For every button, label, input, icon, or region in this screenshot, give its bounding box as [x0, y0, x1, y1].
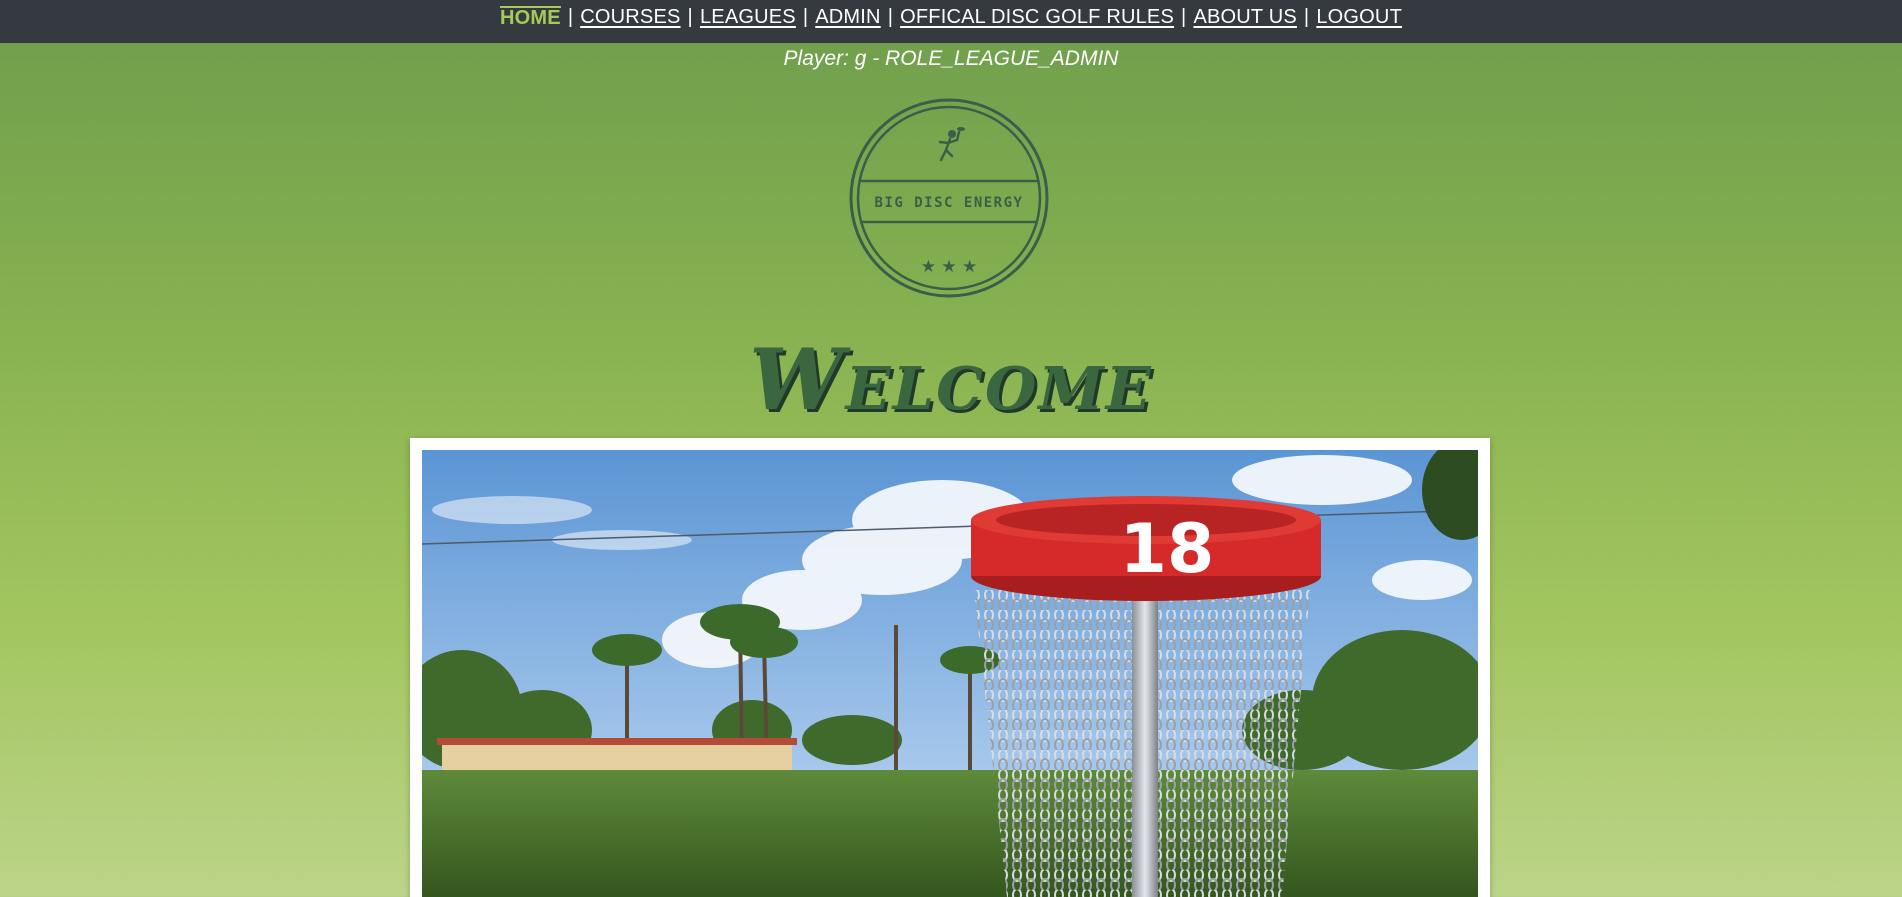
nav-separator: | [1181, 6, 1187, 28]
nav-courses-link[interactable]: COURSES [580, 6, 680, 29]
basket-pole [1132, 570, 1158, 897]
disc-thrower-icon [938, 127, 965, 162]
nav-logout-link[interactable]: LOGOUT [1316, 6, 1402, 29]
photo-building-roof [437, 738, 797, 745]
nav-separator: | [687, 6, 693, 28]
logo-stars: ★ ★ ★ [921, 257, 978, 277]
nav-home-link[interactable]: HOME [500, 6, 561, 28]
nav-rules-link[interactable]: OFFICAL DISC GOLF RULES [900, 6, 1174, 29]
nav-separator: | [567, 6, 574, 28]
nav-leagues-link[interactable]: LEAGUES [700, 6, 796, 29]
top-nav-bar: HOME | COURSES | LEAGUES | ADMIN | OFFIC… [0, 0, 1902, 43]
nav-separator: | [887, 6, 894, 28]
nav-about-link[interactable]: ABOUT US [1193, 6, 1296, 29]
player-role-label: Player: g - ROLE_LEAGUE_ADMIN [783, 47, 1119, 70]
big-disc-energy-logo: BIG DISC ENERGY ★ ★ ★ [849, 98, 1049, 298]
hero-photo-frame: 18 [410, 438, 1490, 897]
nav-admin-link[interactable]: ADMIN [815, 6, 880, 29]
logo-text: BIG DISC ENERGY [875, 195, 1024, 211]
welcome-heading: Welcome [749, 330, 1153, 429]
basket-number: 18 [1120, 510, 1215, 589]
nav-separator: | [1303, 6, 1310, 28]
photo-grass [422, 770, 1478, 897]
nav-separator: | [802, 6, 809, 28]
disc-golf-basket-photo: 18 [422, 450, 1478, 897]
